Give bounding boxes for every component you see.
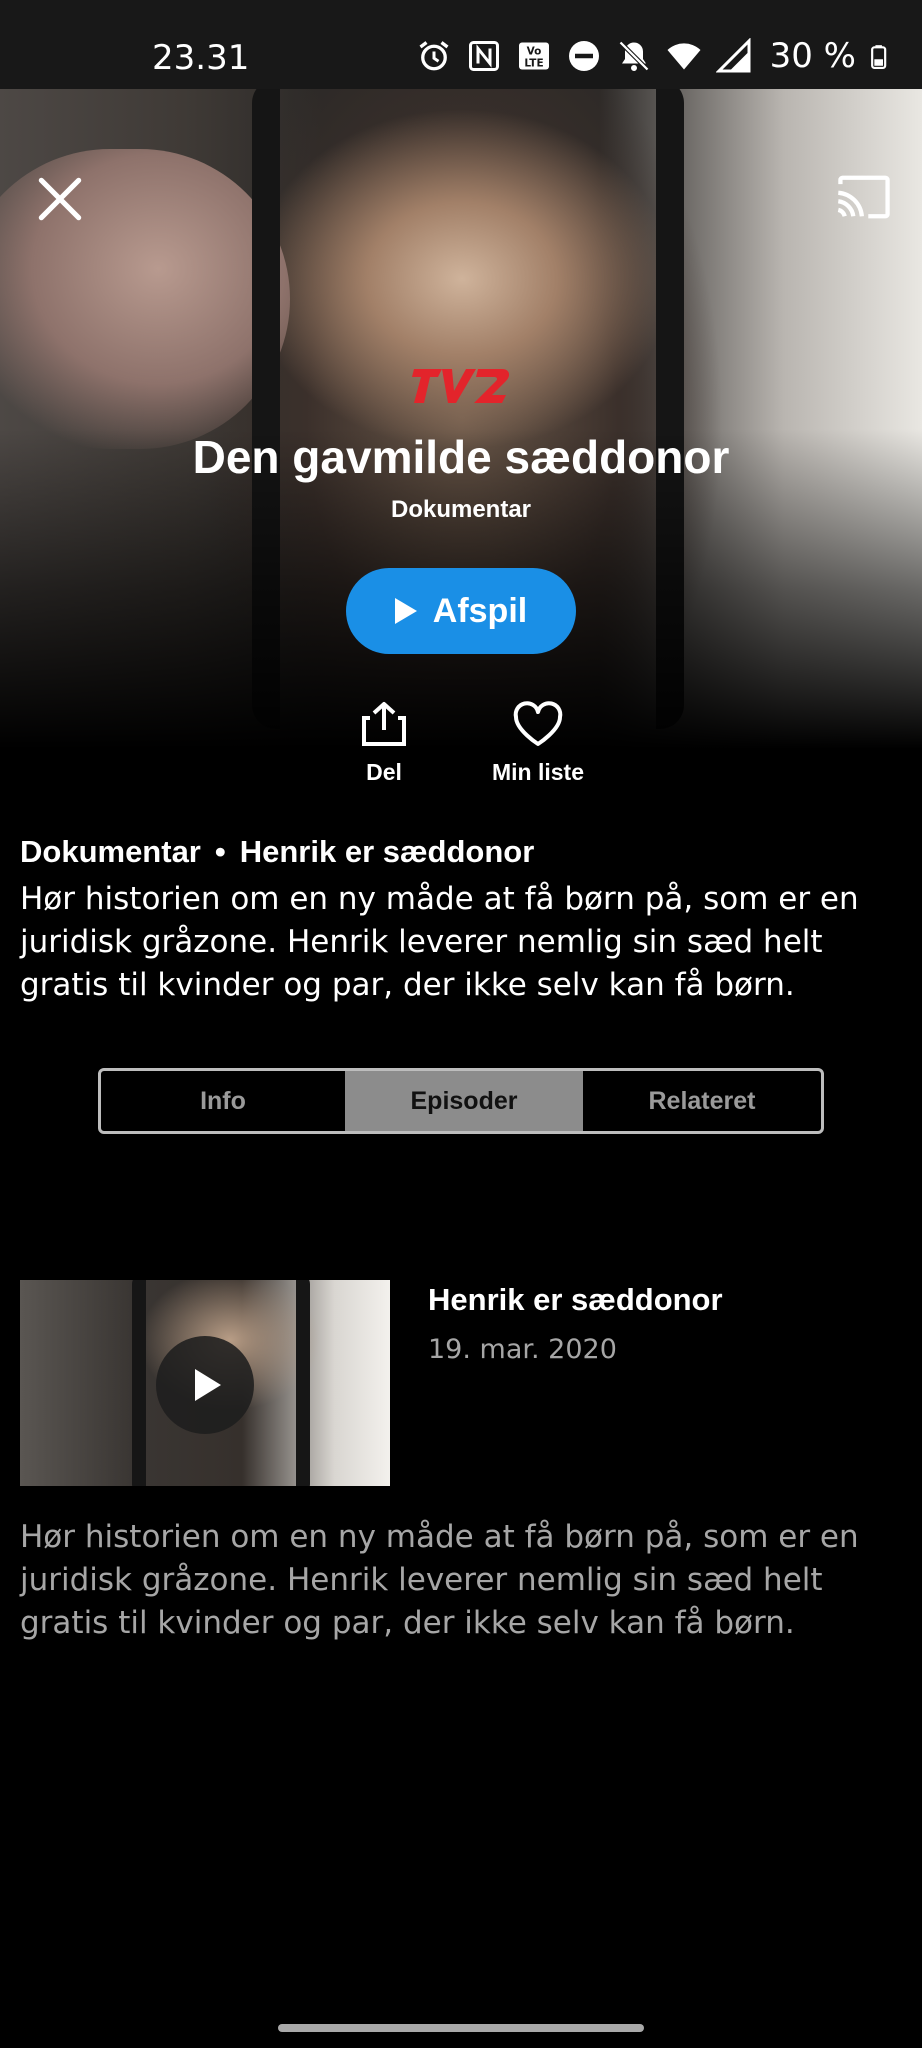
my-list-button[interactable]: Min liste — [478, 700, 598, 786]
svg-text:LTE: LTE — [524, 58, 543, 70]
episode-name-label: Henrik er sæddonor — [239, 834, 535, 869]
notifications-off-icon — [618, 40, 649, 72]
tab-bar: Info Episoder Relateret — [98, 1068, 824, 1134]
share-icon — [362, 702, 406, 746]
heart-icon — [513, 701, 563, 746]
episode-title[interactable]: Henrik er sæddonor — [428, 1282, 723, 1318]
tab-related[interactable]: Relateret — [583, 1071, 821, 1131]
play-icon — [394, 598, 417, 624]
episode-play-icon[interactable] — [156, 1336, 254, 1434]
volte-icon: VoLTE — [518, 42, 549, 70]
tab-episodes[interactable]: Episoder — [345, 1071, 583, 1131]
page-title: Den gavmilde sæddonor — [192, 431, 730, 483]
share-button[interactable]: Del — [338, 700, 430, 786]
episode-date: 19. mar. 2020 — [428, 1334, 617, 1365]
cell-signal-icon — [715, 38, 751, 73]
home-indicator[interactable] — [278, 2024, 644, 2032]
status-icons: Vo LTE 30 % — [416, 36, 896, 76]
status-time: 23.31 — [152, 38, 250, 78]
nfc-icon — [468, 41, 499, 71]
meta-separator: • — [214, 834, 226, 869]
meta-line: Dokumentar • Henrik er sæddonor — [20, 834, 534, 870]
share-label: Del — [366, 759, 402, 785]
my-list-label: Min liste — [491, 759, 584, 785]
close-icon[interactable] — [32, 171, 88, 227]
episode-description: Hør historien om en ny måde at få børn p… — [20, 1519, 859, 1641]
tab-info[interactable]: Info — [101, 1071, 345, 1131]
wifi-icon — [667, 43, 701, 70]
episode-thumbnail[interactable] — [20, 1280, 390, 1486]
battery-percentage: 30 % — [769, 36, 856, 76]
genre-label: Dokumentar — [390, 496, 532, 523]
tv2-logo — [412, 369, 510, 403]
play-button-label: Afspil — [432, 591, 528, 630]
category-label: Dokumentar — [20, 834, 201, 869]
cast-icon[interactable] — [834, 171, 894, 223]
alarm-icon — [419, 41, 449, 71]
status-bar: 23.31 Vo LTE 30 % — [0, 0, 922, 89]
program-description: Hør historien om en ny måde at få børn p… — [20, 881, 859, 1003]
play-button[interactable]: Afspil — [346, 568, 576, 654]
do-not-disturb-icon — [568, 41, 599, 71]
battery-icon — [871, 45, 887, 69]
svg-text:Vo: Vo — [526, 46, 541, 58]
